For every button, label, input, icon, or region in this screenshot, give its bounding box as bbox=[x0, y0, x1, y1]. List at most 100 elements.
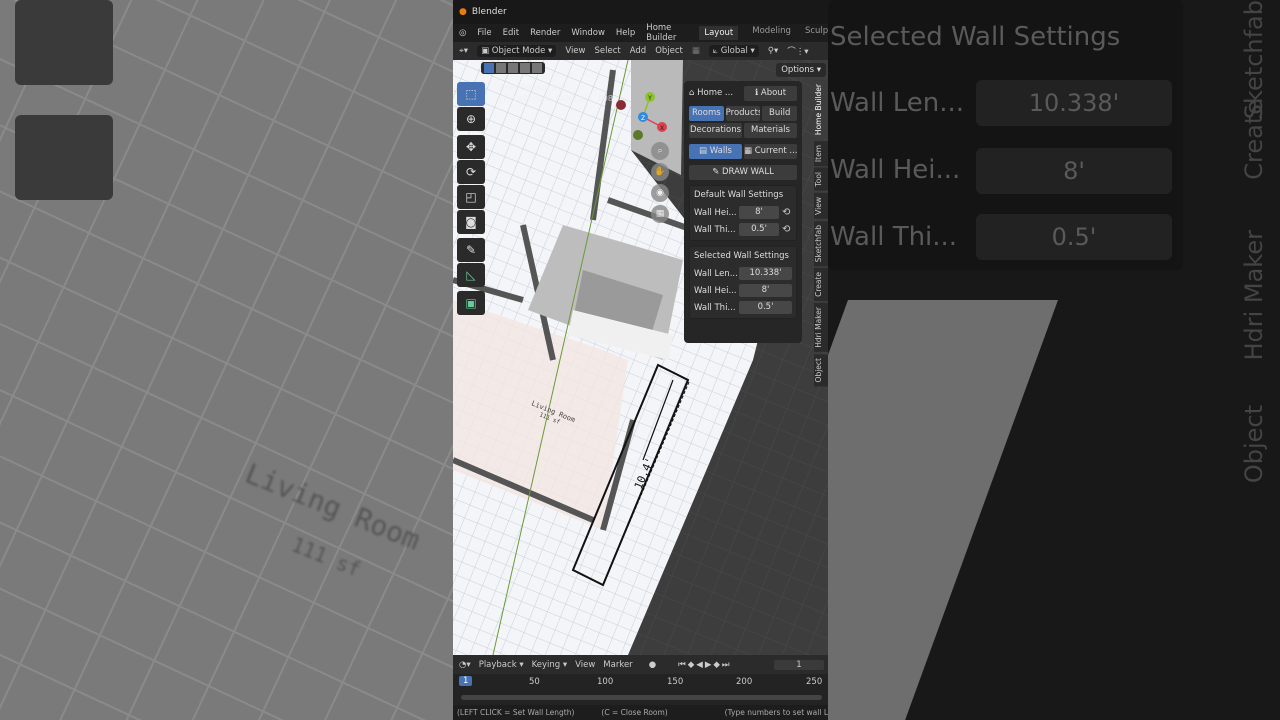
timeline-scrollbar[interactable] bbox=[461, 695, 822, 700]
current-label: Current ... bbox=[754, 146, 797, 156]
tab-build[interactable]: Build bbox=[762, 106, 798, 121]
zoom-value: 8' bbox=[976, 148, 1172, 194]
menu-object[interactable]: Object bbox=[655, 46, 683, 56]
zoom-tab: Create bbox=[1240, 100, 1268, 180]
blender-menu-icon[interactable]: ◎ bbox=[459, 28, 466, 38]
tab-create[interactable]: Create bbox=[814, 267, 828, 301]
menu-marker[interactable]: Marker bbox=[603, 660, 632, 670]
gizmo-y: Y bbox=[647, 95, 652, 102]
refresh-icon[interactable]: ⟲ bbox=[782, 207, 792, 218]
timeline-header: ◔▾ Playback ▾ Keying ▾ View Marker ● ⏮◆◀… bbox=[453, 655, 828, 674]
refresh-icon[interactable]: ⟲ bbox=[782, 224, 792, 235]
background-left-blur: Living Room 111 sf bbox=[0, 0, 453, 720]
tick-label: 200 bbox=[736, 677, 753, 687]
select-box-icon[interactable]: ⬚ bbox=[457, 82, 485, 106]
scale-icon[interactable]: ◰ bbox=[457, 185, 485, 209]
home-button[interactable]: ⌂ Home ... bbox=[689, 86, 742, 101]
perspective-label: User Perspective bbox=[499, 83, 567, 92]
zoom-label: Wall Hei... bbox=[830, 155, 961, 185]
tab-hdri-maker[interactable]: Hdri Maker bbox=[814, 302, 828, 352]
pan-hand-icon[interactable]: ✋ bbox=[651, 163, 669, 181]
current-frame-field[interactable]: 1 bbox=[774, 659, 824, 670]
draw-wall-button[interactable]: ✎ DRAW WALL bbox=[689, 165, 797, 180]
record-icon[interactable]: ● bbox=[649, 660, 656, 670]
tool-shelf: ⬚ ⊕ ✥ ⟳ ◰ ◙ ✎ ◺ ▣ bbox=[457, 82, 485, 316]
wall-height-field[interactable]: 8' bbox=[739, 284, 792, 297]
tab-products[interactable]: Products bbox=[725, 106, 761, 121]
tab-object[interactable]: Object bbox=[814, 353, 828, 386]
mode-dropdown[interactable]: ▣ Object Mode ▾ bbox=[477, 45, 557, 57]
tab-sculpting[interactable]: Sculpting bbox=[805, 26, 828, 40]
walls-button[interactable]: ▤ Walls bbox=[689, 144, 742, 159]
default-wall-thickness-field[interactable]: 0.5' bbox=[739, 223, 779, 236]
timeline[interactable]: 1 50 100 150 200 250 bbox=[453, 674, 828, 705]
selection-mode-buttons[interactable] bbox=[481, 62, 545, 74]
tick-label: 100 bbox=[597, 677, 614, 687]
measure-icon[interactable]: ◺ bbox=[457, 263, 485, 287]
wall-thickness-field[interactable]: 0.5' bbox=[739, 301, 792, 314]
current-button[interactable]: ▦ Current ... bbox=[744, 144, 797, 159]
menu-render[interactable]: Render bbox=[530, 28, 560, 38]
menu-keying[interactable]: Keying ▾ bbox=[532, 660, 568, 670]
navigation-gizmo[interactable]: Y X Z bbox=[616, 85, 678, 140]
add-cube-icon bbox=[15, 115, 113, 200]
blender-window: ● Blender ◎ File Edit Render Window Help… bbox=[453, 0, 828, 720]
menu-help[interactable]: Help bbox=[616, 28, 635, 38]
tick-label: 50 bbox=[529, 677, 540, 687]
tab-modeling[interactable]: Modeling bbox=[752, 26, 791, 40]
frame-indicator[interactable]: 1 bbox=[459, 676, 473, 686]
pivot-icon[interactable]: ⚲▾ bbox=[768, 46, 779, 56]
tab-layout[interactable]: Layout bbox=[699, 26, 739, 40]
tab-item[interactable]: Item bbox=[814, 141, 828, 167]
playback-controls[interactable]: ⏮◆◀▶◆⏭ bbox=[678, 660, 731, 670]
tick-label: 150 bbox=[667, 677, 684, 687]
snap-icon[interactable]: ⌒⋮▾ bbox=[787, 45, 808, 57]
default-wall-settings: Default Wall Settings Wall Hei... 8' ⟲ Wal… bbox=[689, 185, 797, 241]
tab-decorations[interactable]: Decorations bbox=[689, 123, 742, 138]
annotate-icon[interactable]: ✎ bbox=[457, 238, 485, 262]
field-label: Wall Hei... bbox=[694, 207, 737, 218]
menu-view[interactable]: View bbox=[565, 46, 585, 56]
add-cube-icon[interactable]: ▣ bbox=[457, 291, 485, 315]
visibility-icon[interactable]: ▦ bbox=[692, 46, 700, 56]
options-dropdown[interactable]: Options ▾ bbox=[776, 63, 826, 77]
tab-tool[interactable]: Tool bbox=[814, 168, 828, 191]
menu-bar: ◎ File Edit Render Window Help Home Buil… bbox=[453, 23, 828, 43]
field-label: Wall Thi... bbox=[694, 302, 736, 313]
tab-materials[interactable]: Materials bbox=[744, 123, 797, 138]
draw-wall-label: DRAW WALL bbox=[722, 167, 774, 177]
orientation-dropdown[interactable]: ⟀ Global ▾ bbox=[708, 45, 759, 57]
walls-label: Walls bbox=[709, 146, 732, 156]
tab-sketchfab[interactable]: Sketchfab bbox=[814, 220, 828, 266]
ortho-grid-icon[interactable]: ▦ bbox=[651, 205, 669, 223]
menu-window[interactable]: Window bbox=[571, 28, 605, 38]
tab-view[interactable]: View bbox=[814, 192, 828, 219]
wall-length-field[interactable]: 10.338' bbox=[739, 267, 792, 280]
transform-icon[interactable]: ◙ bbox=[457, 210, 485, 234]
zoom-value: 0.5' bbox=[976, 214, 1172, 260]
zoom-icon[interactable]: ⌕ bbox=[651, 142, 669, 160]
menu-home-builder[interactable]: Home Builder bbox=[646, 23, 676, 43]
menu-timeline-view[interactable]: View bbox=[575, 660, 595, 670]
menu-add[interactable]: Add bbox=[630, 46, 646, 56]
tab-home-builder[interactable]: Home Builder bbox=[814, 80, 828, 140]
editor-type-icon[interactable]: ⌖▾ bbox=[459, 46, 468, 56]
cursor-icon[interactable]: ⊕ bbox=[457, 107, 485, 131]
collection-label: (1) Collection | Wall.Ab...008 bbox=[499, 94, 613, 103]
timeline-editor-icon[interactable]: ◔▾ bbox=[459, 660, 471, 670]
3d-viewport[interactable]: 10.4' Living Room 111 sf Options ▾ ⬚ ⊕ ✥… bbox=[453, 60, 828, 655]
move-icon[interactable]: ✥ bbox=[457, 135, 485, 159]
menu-edit[interactable]: Edit bbox=[503, 28, 519, 38]
rotate-icon[interactable]: ⟳ bbox=[457, 160, 485, 184]
tab-rooms[interactable]: Rooms bbox=[689, 106, 724, 121]
menu-file[interactable]: File bbox=[477, 28, 491, 38]
menu-select[interactable]: Select bbox=[594, 46, 620, 56]
camera-icon[interactable]: ◉ bbox=[651, 184, 669, 202]
status-close-room: (C = Close Room) bbox=[601, 708, 668, 717]
field-label: Wall Thi... bbox=[694, 224, 736, 235]
default-wall-height-field[interactable]: 8' bbox=[739, 206, 779, 219]
zoom-selected-title: Selected Wall Settings bbox=[830, 22, 1121, 52]
about-button[interactable]: ℹ About bbox=[744, 86, 797, 101]
menu-playback[interactable]: Playback ▾ bbox=[479, 660, 524, 670]
zoom-value: 10.338' bbox=[976, 80, 1172, 126]
